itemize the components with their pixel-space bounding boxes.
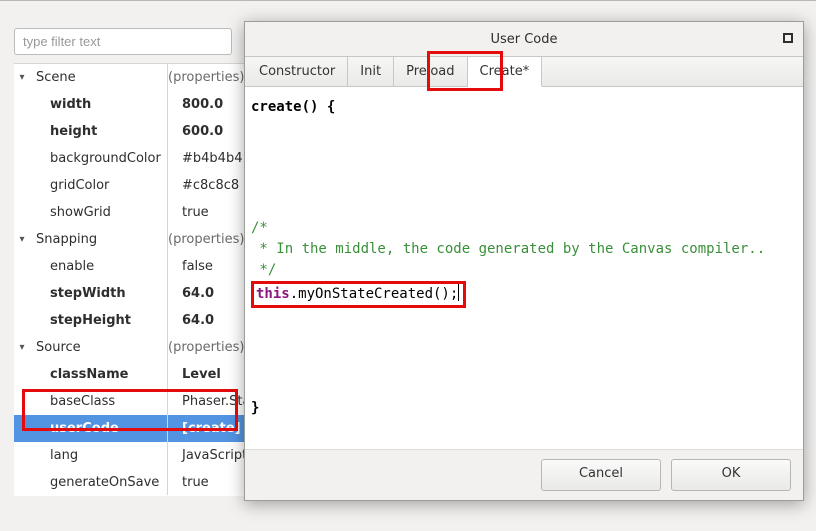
group-value: (properties) <box>164 232 246 247</box>
code-signature: create() { <box>251 99 335 115</box>
code-comment: /* <box>251 220 268 236</box>
ok-button[interactable]: OK <box>671 459 791 491</box>
cancel-button[interactable]: Cancel <box>541 459 661 491</box>
group-label: Source <box>30 340 164 355</box>
code-close: } <box>251 400 259 416</box>
prop-stepwidth[interactable]: stepWidth 64.0 <box>14 280 246 307</box>
chevron-down-icon: ▾ <box>14 72 30 83</box>
prop-showgrid[interactable]: showGrid true <box>14 199 246 226</box>
dialog-tabs: Constructor Init Preload Create* <box>245 56 803 87</box>
prop-baseclass[interactable]: baseClass Phaser.State <box>14 388 246 415</box>
tab-init[interactable]: Init <box>348 57 394 86</box>
code-editor[interactable]: create() { /* * In the middle, the code … <box>245 87 803 449</box>
dialog-title-text: User Code <box>490 32 557 47</box>
filter-input[interactable] <box>15 29 231 54</box>
code-statement: this.myOnStateCreated(); <box>251 281 466 308</box>
prop-gridcolor[interactable]: gridColor #c8c8c8 <box>14 172 246 199</box>
tab-create[interactable]: Create* <box>468 57 543 87</box>
user-code-dialog: User Code Constructor Init Preload Creat… <box>244 21 804 501</box>
prop-enable[interactable]: enable false <box>14 253 246 280</box>
group-value: (properties) <box>164 340 246 355</box>
chevron-down-icon: ▾ <box>14 342 30 353</box>
column-divider[interactable] <box>167 63 168 495</box>
prop-width[interactable]: width 800.0 <box>14 91 246 118</box>
group-scene[interactable]: ▾ Scene (properties) <box>14 64 246 91</box>
maximize-icon[interactable] <box>783 33 793 43</box>
tab-constructor[interactable]: Constructor <box>247 57 348 86</box>
tab-preload[interactable]: Preload <box>394 57 467 86</box>
prop-stepheight[interactable]: stepHeight 64.0 <box>14 307 246 334</box>
prop-classname[interactable]: className Level <box>14 361 246 388</box>
prop-lang[interactable]: lang JavaScript 5 <box>14 442 246 469</box>
dialog-buttons: Cancel OK <box>245 449 803 500</box>
prop-backgroundcolor[interactable]: backgroundColor #b4b4b4 <box>14 145 246 172</box>
prop-generateonsave[interactable]: generateOnSave true <box>14 469 246 496</box>
code-comment: */ <box>251 262 276 278</box>
group-snapping[interactable]: ▾ Snapping (properties) <box>14 226 246 253</box>
group-source[interactable]: ▾ Source (properties) <box>14 334 246 361</box>
prop-usercode[interactable]: userCode [create] <box>14 415 246 442</box>
caret-icon <box>458 284 459 301</box>
filter-box <box>14 28 232 55</box>
group-value: (properties) <box>164 70 246 85</box>
prop-height[interactable]: height 600.0 <box>14 118 246 145</box>
code-comment: * In the middle, the code generated by t… <box>251 241 765 257</box>
group-label: Snapping <box>30 232 164 247</box>
dialog-titlebar[interactable]: User Code <box>245 22 803 56</box>
chevron-down-icon: ▾ <box>14 234 30 245</box>
property-tree: ▾ Scene (properties) width 800.0 height … <box>14 63 246 496</box>
group-label: Scene <box>30 70 164 85</box>
